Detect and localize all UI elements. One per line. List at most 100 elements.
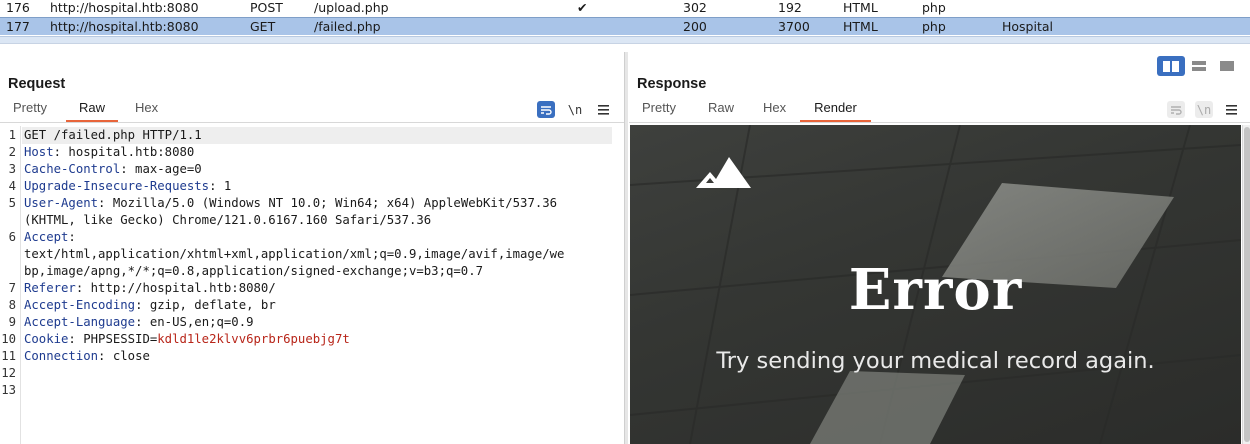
request-editor[interactable]: 1 2 3 4 5 6 7 8 9 10 11 12 13 GET /failed.php HTTP/1… (0, 126, 624, 444)
request-line: text/html,application/xhtml+xml,applicat… (24, 246, 564, 263)
row-host: http://hospital.htb:8080 (50, 0, 199, 15)
line-value: (KHTML, like Gecko) Chrome/121.0.6167.16… (24, 213, 432, 227)
show-newlines-toggle[interactable]: \n (566, 101, 584, 118)
row-id: 176 (6, 0, 30, 15)
request-line: Accept: (24, 229, 76, 246)
header-name: Cookie (24, 332, 69, 346)
line-value: PHPSESSID= (75, 332, 158, 346)
line-value: hospital.htb:8080 (61, 145, 195, 159)
header-name: Connection (24, 349, 99, 363)
line-value: http://hospital.htb:8080/ (83, 281, 276, 295)
request-pane: Request Pretty Raw Hex \n 1 2 3 4 5 6 7 8 9 10 11 1… (0, 52, 624, 444)
line-number: 9 (8, 315, 16, 329)
word-wrap-toggle[interactable] (537, 101, 555, 118)
history-row[interactable]: 176 http://hospital.htb:8080 POST /uploa… (0, 0, 1250, 17)
line-number-gutter: 1 2 3 4 5 6 7 8 9 10 11 12 13 (0, 126, 21, 444)
error-message: Try sending your medical record again. (716, 348, 1155, 374)
show-newlines-toggle-disabled: \n (1195, 101, 1213, 118)
line-value: gzip, deflate, br (142, 298, 276, 312)
row-length: 192 (778, 0, 802, 15)
line-value: bp,image/apng,*/*;q=0.8,application/sign… (24, 264, 484, 278)
row-length: 3700 (778, 19, 810, 34)
row-url: /failed.php (314, 19, 381, 34)
request-line: (KHTML, like Gecko) Chrome/121.0.6167.16… (24, 212, 431, 229)
request-line: Accept-Language: en-US,en;q=0.9 (24, 314, 254, 331)
history-table: 176 http://hospital.htb:8080 POST /uploa… (0, 0, 1250, 36)
request-tabs: Pretty Raw Hex (0, 100, 624, 122)
row-mime: HTML (843, 0, 878, 15)
header-name: Upgrade-Insecure-Requests (24, 179, 210, 193)
wrap-icon (1171, 105, 1182, 115)
tab-raw[interactable]: Raw (708, 100, 734, 122)
tab-underline-rule (0, 122, 624, 123)
rendered-page: Error Try sending your medical record ag… (630, 125, 1241, 444)
header-colon: : (120, 162, 128, 176)
row-extension: php (922, 0, 946, 15)
line-value: text/html,application/xhtml+xml,applicat… (24, 247, 565, 261)
line-number: 10 (1, 332, 16, 346)
response-pane: Response Pretty Raw Hex Render \n Error … (629, 52, 1250, 444)
tab-raw[interactable]: Raw (66, 100, 118, 122)
tab-pretty[interactable]: Pretty (13, 100, 47, 122)
request-line: Host: hospital.htb:8080 (24, 144, 194, 161)
render-scrollbar[interactable] (1242, 125, 1250, 444)
row-method: GET (250, 19, 276, 34)
line-number: 8 (8, 298, 16, 312)
header-name: User-Agent (24, 196, 99, 210)
row-url: /upload.php (314, 0, 389, 15)
request-line: Upgrade-Insecure-Requests: 1 (24, 178, 231, 195)
line-value: 1 (216, 179, 232, 193)
header-name: Host (24, 145, 54, 159)
split-handle-horizontal[interactable] (0, 36, 1250, 44)
response-title: Response (637, 76, 707, 92)
request-line: Cache-Control: max-age=0 (24, 161, 202, 178)
header-name: Accept (24, 230, 69, 244)
line-number: 13 (1, 383, 16, 397)
request-title: Request (8, 76, 66, 92)
line-number: 7 (8, 281, 16, 295)
hamburger-icon (1225, 104, 1237, 115)
line-value: Mozilla/5.0 (Windows NT 10.0; Win64; x64… (105, 196, 558, 210)
line-number: 1 (8, 128, 16, 142)
response-tabs: Pretty Raw Hex Render (629, 100, 1250, 122)
tab-pretty[interactable]: Pretty (642, 100, 676, 122)
request-line: bp,image/apng,*/*;q=0.8,application/sign… (24, 263, 483, 280)
tab-render[interactable]: Render (800, 100, 871, 122)
split-handle-vertical[interactable] (624, 52, 628, 444)
row-mime: HTML (843, 19, 878, 34)
header-colon: : (53, 145, 62, 159)
request-line: User-Agent: Mozilla/5.0 (Windows NT 10.0… (24, 195, 557, 212)
wrap-icon (541, 105, 552, 115)
line-number: 6 (8, 230, 16, 244)
word-wrap-toggle-disabled (1167, 101, 1185, 118)
tab-hex[interactable]: Hex (135, 100, 158, 122)
header-colon: : (68, 332, 76, 346)
line-number: 2 (8, 145, 16, 159)
line-value: close (105, 349, 150, 363)
header-colon: : (68, 230, 76, 244)
row-params-check-icon: ✔ (577, 0, 588, 15)
tab-hex[interactable]: Hex (763, 100, 786, 122)
response-menu-button[interactable] (1222, 101, 1240, 118)
row-status: 302 (683, 0, 707, 15)
line-value: max-age=0 (127, 162, 202, 176)
row-host: http://hospital.htb:8080 (50, 19, 199, 34)
error-heading: Error (848, 257, 1023, 323)
line-number: 5 (8, 196, 16, 210)
line-number: 11 (1, 349, 16, 363)
line-value: GET /failed.php HTTP/1.1 (24, 128, 202, 142)
line-value: en-US,en;q=0.9 (142, 315, 254, 329)
row-extension: php (922, 19, 946, 34)
header-name: Cache-Control (24, 162, 121, 176)
row-status: 200 (683, 19, 707, 34)
request-menu-button[interactable] (594, 101, 612, 118)
scrollbar-thumb[interactable] (1244, 127, 1250, 442)
line-number: 12 (1, 366, 16, 380)
hamburger-icon (597, 104, 609, 115)
row-title: Hospital (1002, 19, 1054, 34)
history-row-selected[interactable]: 177 http://hospital.htb:8080 GET /failed… (0, 17, 1250, 35)
header-name: Referer (24, 281, 76, 295)
cookie-value: kdld1le2klvv6prbr6puebjg7t (157, 332, 350, 346)
tab-underline-rule (629, 122, 1250, 123)
line-number: 4 (8, 179, 16, 193)
